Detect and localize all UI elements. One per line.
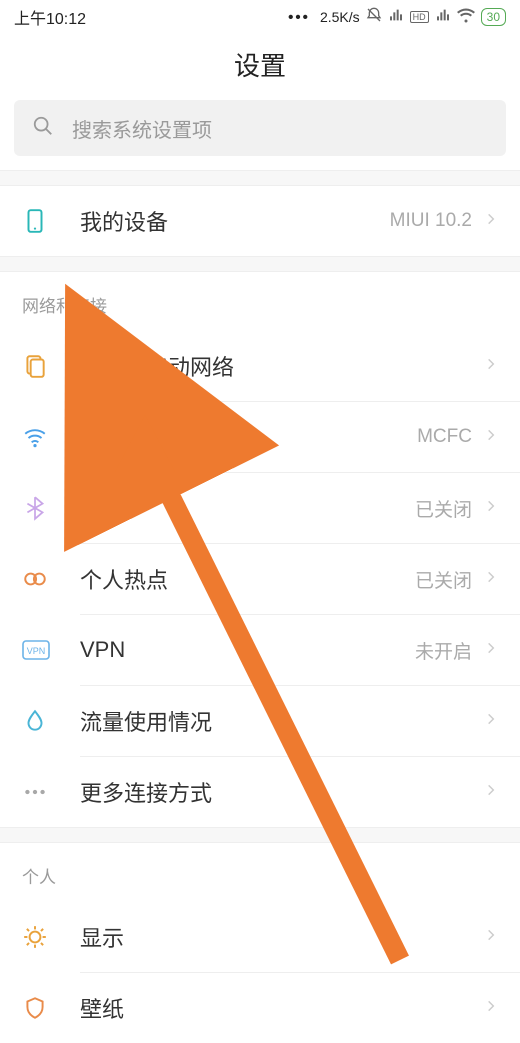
battery-pct: 30 — [487, 10, 500, 24]
shield-icon — [22, 995, 80, 1021]
bluetooth-icon — [22, 495, 80, 521]
row-value: 已关闭 — [415, 566, 472, 593]
hotspot-icon — [22, 566, 80, 592]
row-value: MIUI 10.2 — [390, 210, 472, 232]
brightness-icon — [22, 924, 80, 950]
row-label: VPN — [80, 637, 415, 663]
signal2-icon — [435, 7, 451, 27]
row-label: 蓝牙 — [80, 492, 415, 524]
row-label: 壁纸 — [80, 992, 472, 1024]
battery-icon: 30 — [481, 8, 506, 26]
chevron-right-icon — [484, 499, 498, 518]
chevron-right-icon — [484, 783, 498, 802]
drop-icon — [22, 708, 80, 734]
row-my-device[interactable]: 我的设备 MIUI 10.2 — [0, 186, 520, 256]
row-label: 更多连接方式 — [80, 776, 472, 808]
section-divider — [0, 170, 520, 186]
svg-text:VPN: VPN — [27, 646, 46, 656]
chevron-right-icon — [484, 928, 498, 947]
section-title-network: 网络和连接 — [0, 272, 520, 331]
row-label: 我的设备 — [80, 205, 390, 237]
chevron-right-icon — [484, 712, 498, 731]
row-label: WLAN — [80, 424, 417, 450]
section-divider — [0, 256, 520, 272]
chevron-right-icon — [484, 570, 498, 589]
row-data-usage[interactable]: 流量使用情况 — [0, 686, 520, 756]
search-input[interactable]: 搜索系统设置项 — [14, 100, 506, 156]
signal-icon — [388, 7, 404, 27]
page-title-text: 设置 — [234, 46, 286, 83]
more-dots-icon — [22, 779, 80, 805]
page-title: 设置 — [0, 34, 520, 94]
phone-icon — [22, 208, 80, 234]
vpn-icon: VPN — [22, 640, 80, 660]
chevron-right-icon — [484, 428, 498, 447]
section-divider — [0, 827, 520, 843]
status-right: ••• 2.5K/s HD 30 — [288, 6, 506, 28]
row-label: 个人热点 — [80, 563, 415, 595]
chevron-right-icon — [484, 212, 498, 231]
row-more-connections[interactable]: 更多连接方式 — [0, 757, 520, 827]
network-speed: 2.5K/s — [320, 9, 360, 25]
time-text: 上午10:12 — [14, 5, 86, 29]
row-display[interactable]: 显示 — [0, 902, 520, 972]
wifi-icon — [457, 6, 475, 28]
row-label: 显示 — [80, 921, 472, 953]
dnd-icon — [366, 7, 382, 27]
row-value: 未开启 — [415, 637, 472, 664]
wifi-icon — [22, 424, 80, 450]
row-value: MCFC — [417, 426, 472, 448]
row-wlan[interactable]: WLAN MCFC — [0, 402, 520, 472]
section-title-personal: 个人 — [0, 843, 520, 902]
search-icon — [32, 115, 54, 142]
row-vpn[interactable]: VPN VPN 未开启 — [0, 615, 520, 685]
row-label: 流量使用情况 — [80, 705, 472, 737]
sim-icon — [22, 353, 80, 379]
more-icon: ••• — [288, 9, 310, 26]
row-sim[interactable]: 双卡和移动网络 — [0, 331, 520, 401]
row-label: 双卡和移动网络 — [80, 350, 472, 382]
row-wallpaper[interactable]: 壁纸 — [0, 973, 520, 1043]
row-hotspot[interactable]: 个人热点 已关闭 — [0, 544, 520, 614]
row-bluetooth[interactable]: 蓝牙 已关闭 — [0, 473, 520, 543]
status-bar: 上午10:12 ••• 2.5K/s HD 30 — [0, 0, 520, 34]
row-value: 已关闭 — [415, 495, 472, 522]
hd-icon: HD — [410, 11, 429, 23]
chevron-right-icon — [484, 999, 498, 1018]
chevron-right-icon — [484, 357, 498, 376]
status-time: 上午10:12 — [14, 5, 86, 29]
search-placeholder: 搜索系统设置项 — [72, 114, 212, 143]
chevron-right-icon — [484, 641, 498, 660]
